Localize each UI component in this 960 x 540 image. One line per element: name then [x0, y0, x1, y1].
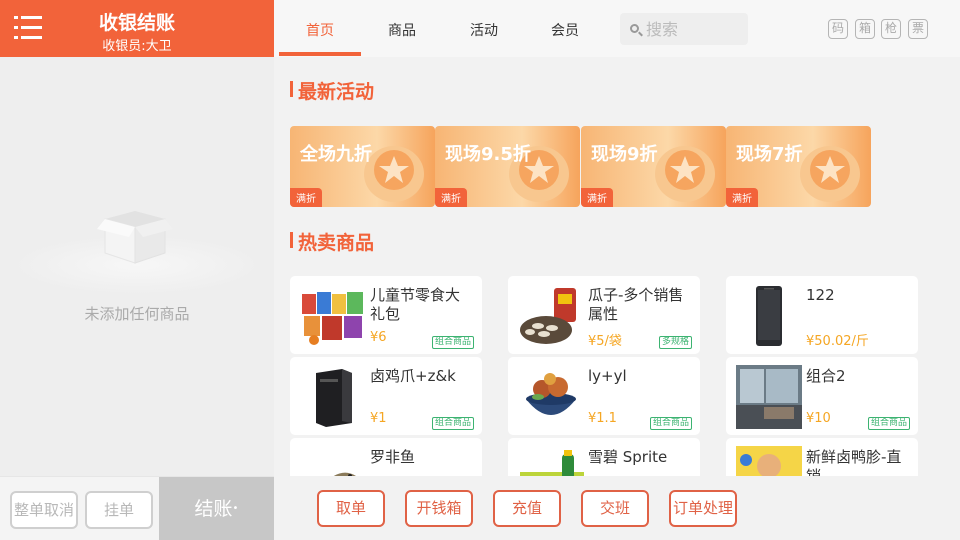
promo-title: 现场7折 [736, 144, 803, 165]
tab-members[interactable]: 会员 [525, 20, 605, 40]
cash-drawer-icon[interactable]: 箱 [855, 19, 875, 39]
action-bar: 取单 开钱箱 充值 交班 订单处理 [274, 476, 960, 540]
product-grid: 儿童节零食大礼包 ¥6 组合商品 瓜子-多个销售属性 ¥5/袋 多规格 122 … [290, 276, 918, 476]
shift-handover-button[interactable]: 交班 [581, 490, 649, 527]
tab-activities[interactable]: 活动 [444, 20, 524, 40]
tab-products[interactable]: 商品 [362, 20, 442, 40]
product-price: ¥1.1 [588, 411, 617, 426]
promo-tag: 满折 [435, 188, 467, 207]
promo-tag: 满折 [581, 188, 613, 207]
cart-empty-state: 未添加任何商品 [0, 57, 274, 476]
product-name: 儿童节零食大礼包 [370, 286, 461, 323]
recharge-button[interactable]: 充值 [493, 490, 561, 527]
main-panel: 首页 商品 活动 会员 码 箱 枪 票 最新活动 全场九折 满折 现场9.5折 … [274, 0, 960, 540]
promo-title: 现场9折 [591, 144, 658, 165]
promo-card[interactable]: 全场九折 满折 [290, 126, 435, 207]
phone-icon [756, 286, 782, 346]
product-name: 卤鸡爪+z&k [370, 367, 456, 385]
product-card[interactable]: 卤鸡爪+z&k ¥1 组合商品 [290, 357, 482, 435]
top-nav: 首页 商品 活动 会员 码 箱 枪 票 [274, 0, 960, 57]
product-price: ¥50.02/斤 [806, 334, 869, 349]
product-card[interactable]: 罗非鱼 [290, 438, 482, 476]
tab-home[interactable]: 首页 [280, 20, 360, 40]
product-price: ¥1 [370, 411, 387, 426]
product-name: 雪碧 Sprite [588, 448, 668, 466]
product-name: 新鲜卤鸭胗-直销 [806, 448, 902, 476]
promo-tag: 满折 [726, 188, 758, 207]
section-marker [290, 81, 293, 97]
promo-card[interactable]: 现场9折 满折 [581, 126, 726, 207]
product-tag: 组合商品 [867, 417, 910, 430]
product-tag: 多规格 [658, 336, 692, 349]
product-name: ly+yl [588, 367, 627, 385]
product-price: ¥10 [806, 411, 831, 426]
product-tag: 组合商品 [649, 417, 692, 430]
section-marker [290, 232, 293, 248]
search-box[interactable] [620, 13, 748, 45]
product-card[interactable]: 雪碧 Sprite [508, 438, 700, 476]
promo-tag: 满折 [290, 188, 322, 207]
empty-cart-text: 未添加任何商品 [84, 305, 190, 323]
trophy-cup-icon [800, 146, 860, 202]
barcode-icon[interactable]: 码 [828, 19, 848, 39]
search-icon [630, 24, 639, 33]
fish-icon [333, 472, 356, 476]
product-card[interactable]: 新鲜卤鸭胗-直销 [726, 438, 918, 476]
page-title: 收银结账 [98, 12, 175, 34]
hot-products-title: 热卖商品 [298, 232, 375, 254]
sprite-bottle-icon [520, 450, 584, 476]
food-bowl-icon [526, 373, 576, 415]
product-card[interactable]: 122 ¥50.02/斤 [726, 276, 918, 354]
pc-case-icon [316, 369, 352, 427]
hold-order-button[interactable]: 挂单 [85, 491, 153, 529]
promo-title: 全场九折 [300, 144, 372, 165]
checkout-label: 结账 [194, 498, 233, 520]
cart-panel: 收银结账 收银员:大卫 未添加任何商品 整单取消 挂单 结账• [0, 0, 274, 540]
room-photo-icon [736, 365, 802, 429]
product-price: ¥5/袋 [588, 334, 622, 349]
order-processing-button[interactable]: 订单处理 [669, 490, 737, 527]
cart-footer: 整单取消 挂单 结账• [0, 476, 274, 540]
empty-box-icon [97, 211, 173, 264]
cashier-label: 收银员:大卫 [102, 39, 172, 54]
snack-pack-icon [302, 292, 363, 345]
product-price: ¥6 [370, 330, 387, 345]
product-name: 122 [806, 286, 835, 304]
cart-header: 收银结账 收银员:大卫 [0, 0, 274, 57]
product-card[interactable]: 瓜子-多个销售属性 ¥5/袋 多规格 [508, 276, 700, 354]
checkout-button[interactable]: 结账• [159, 477, 274, 540]
activities-title: 最新活动 [298, 81, 375, 103]
sunflower-seeds-icon [520, 288, 576, 344]
product-name: 罗非鱼 [370, 448, 416, 466]
product-tag: 组合商品 [431, 336, 474, 349]
product-card[interactable]: 组合2 ¥10 组合商品 [726, 357, 918, 435]
product-tag: 组合商品 [431, 417, 474, 430]
cancel-order-button[interactable]: 整单取消 [10, 491, 78, 529]
receipt-icon[interactable]: 票 [908, 19, 928, 39]
search-input[interactable] [646, 19, 744, 39]
scanner-icon[interactable]: 枪 [881, 19, 901, 39]
product-card[interactable]: ly+yl ¥1.1 组合商品 [508, 357, 700, 435]
duck-gizzard-icon [736, 446, 802, 476]
promo-card[interactable]: 现场9.5折 满折 [435, 126, 580, 207]
promo-title: 现场9.5折 [445, 144, 531, 165]
open-cash-drawer-button[interactable]: 开钱箱 [405, 490, 473, 527]
product-name: 组合2 [806, 367, 846, 385]
active-tab-indicator [279, 52, 361, 56]
trophy-cup-icon [655, 146, 715, 202]
promo-card[interactable]: 现场7折 满折 [726, 126, 871, 207]
retrieve-order-button[interactable]: 取单 [317, 490, 385, 527]
product-card[interactable]: 儿童节零食大礼包 ¥6 组合商品 [290, 276, 482, 354]
product-name: 瓜子-多个销售属性 [588, 286, 684, 323]
